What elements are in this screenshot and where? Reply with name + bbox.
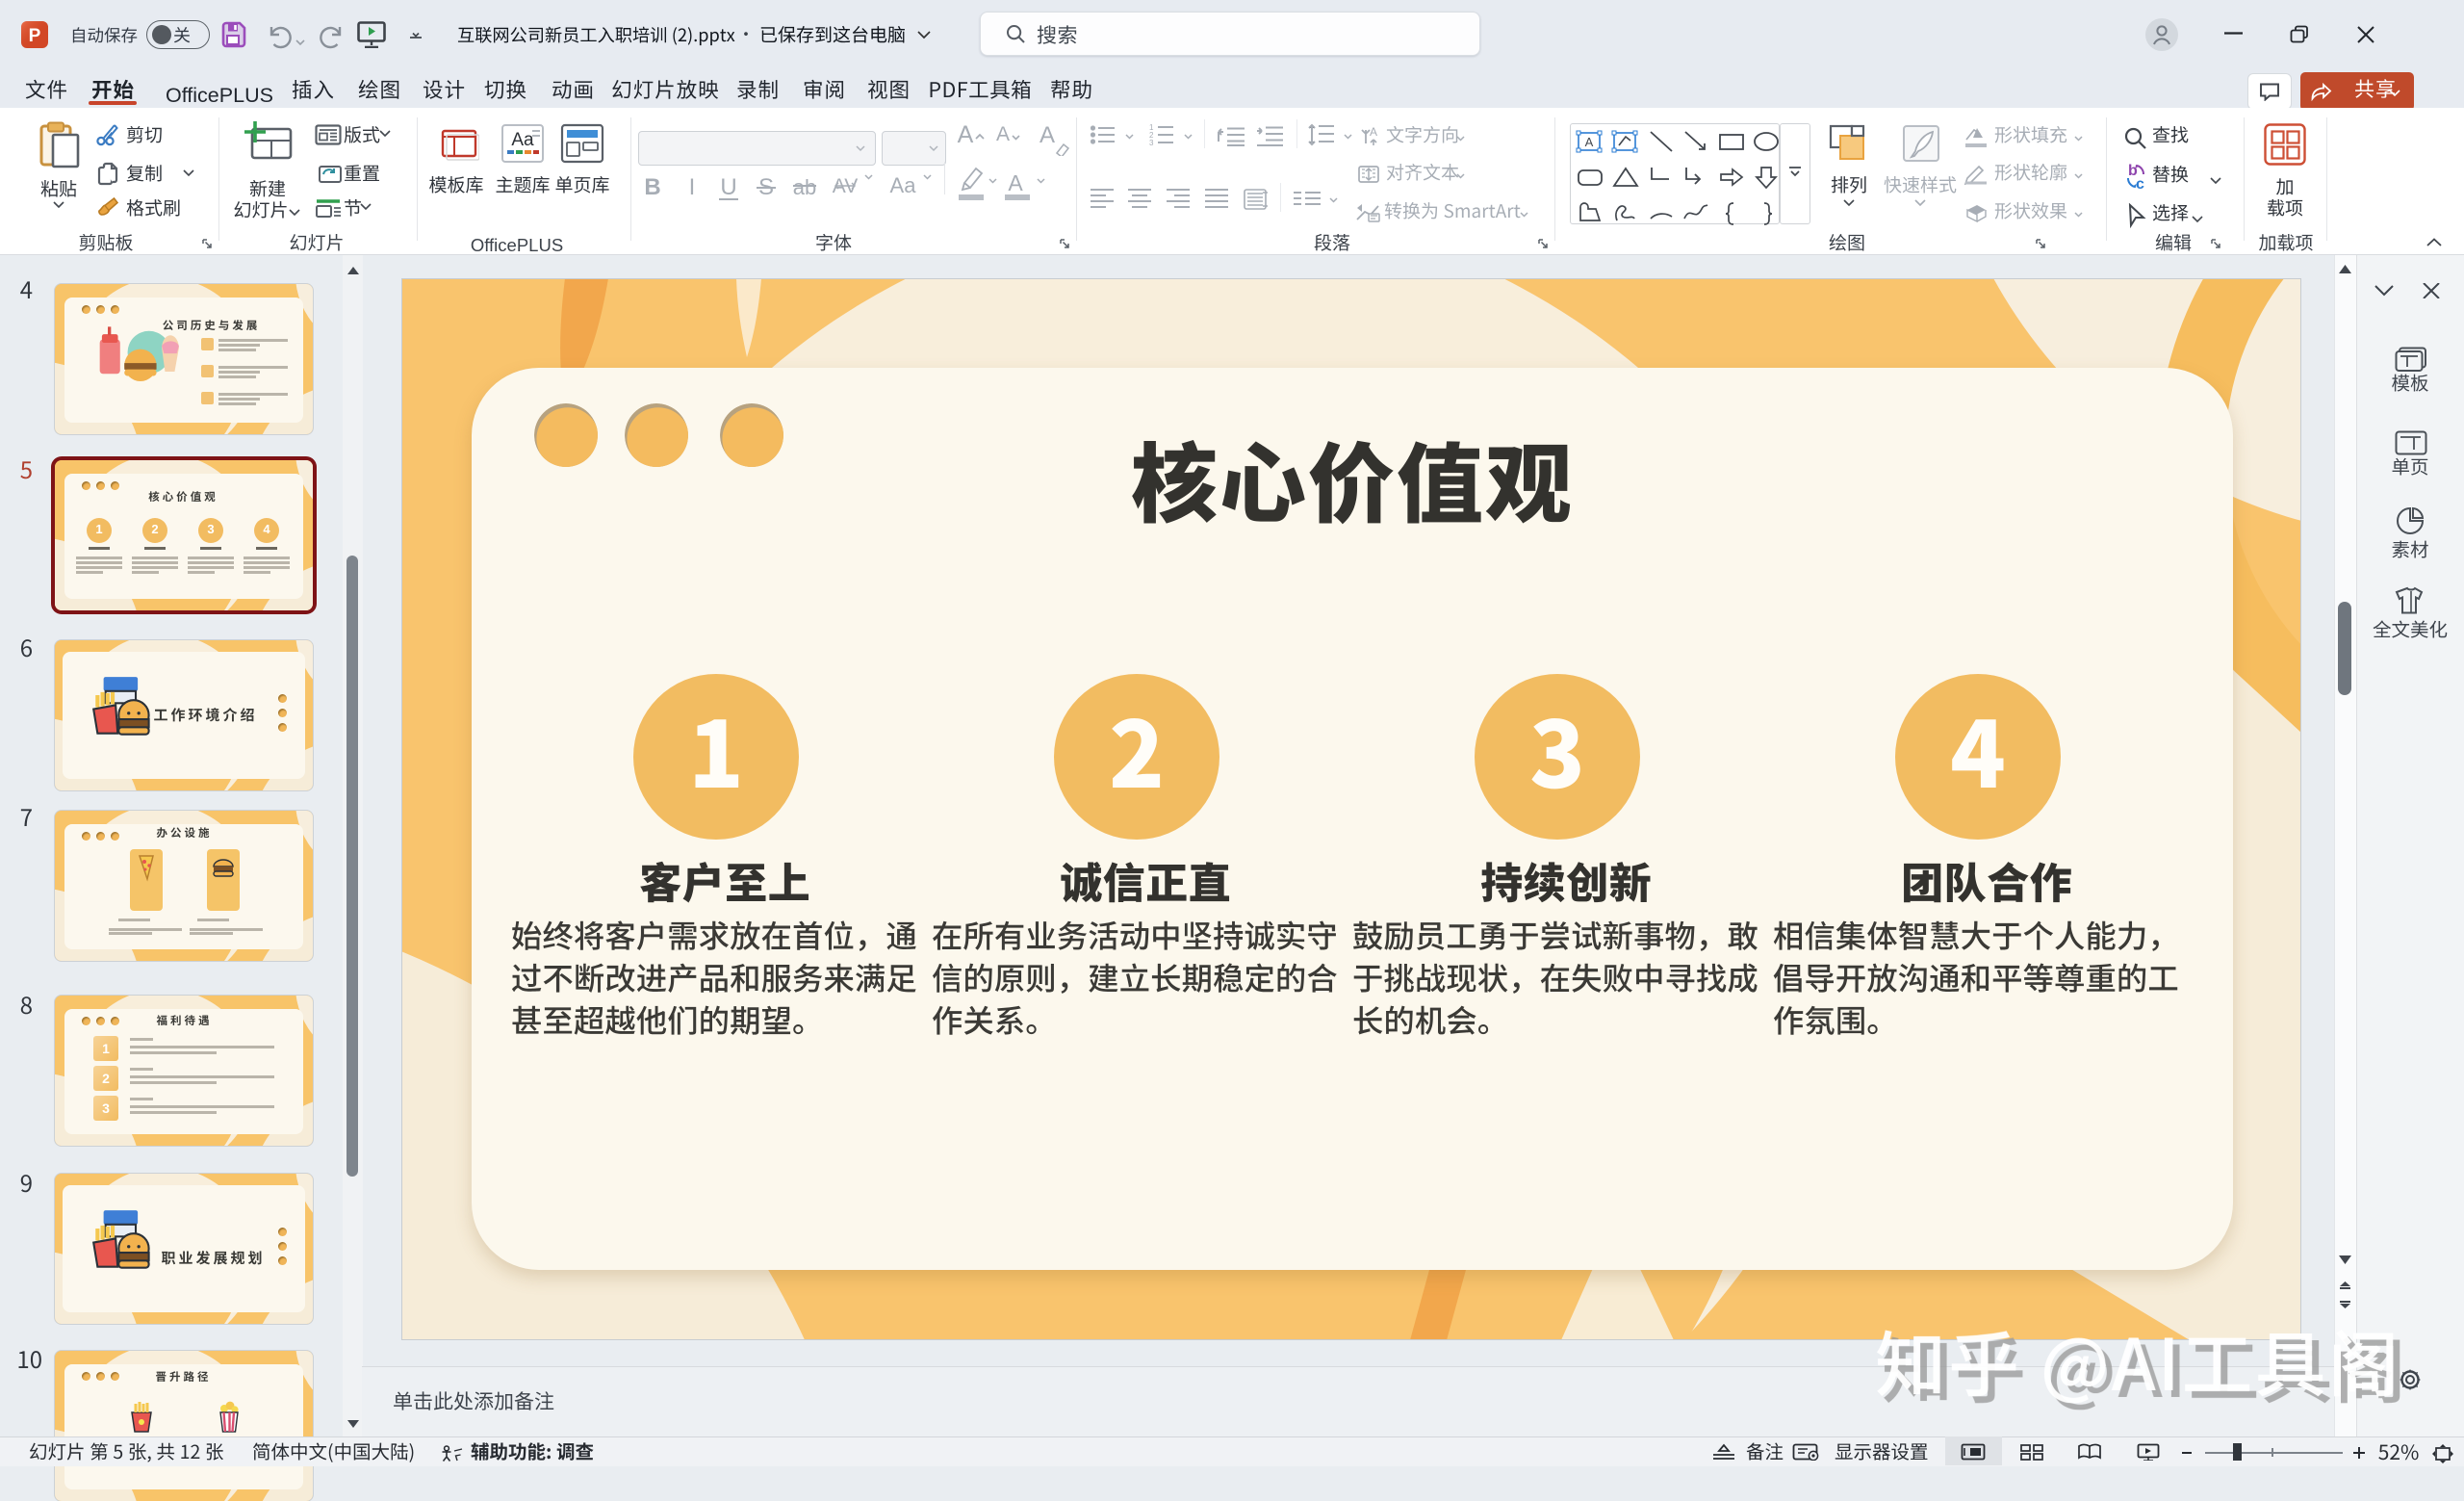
svg-text:A: A [1585, 135, 1594, 149]
svg-text:A: A [958, 121, 974, 148]
svg-text:U: U [720, 174, 736, 200]
svg-text:3: 3 [1149, 139, 1154, 146]
svg-text:ab: ab [793, 175, 816, 199]
svg-text:A: A [1370, 126, 1377, 139]
svg-text:c: c [2136, 176, 2144, 190]
svg-text:A: A [1040, 122, 1055, 148]
svg-text:A: A [1008, 170, 1023, 195]
svg-text:B: B [644, 174, 660, 200]
svg-text:Aa: Aa [511, 130, 534, 150]
svg-text:A: A [996, 123, 1010, 145]
svg-text:P: P [29, 26, 41, 46]
svg-text:Aa: Aa [890, 173, 917, 197]
